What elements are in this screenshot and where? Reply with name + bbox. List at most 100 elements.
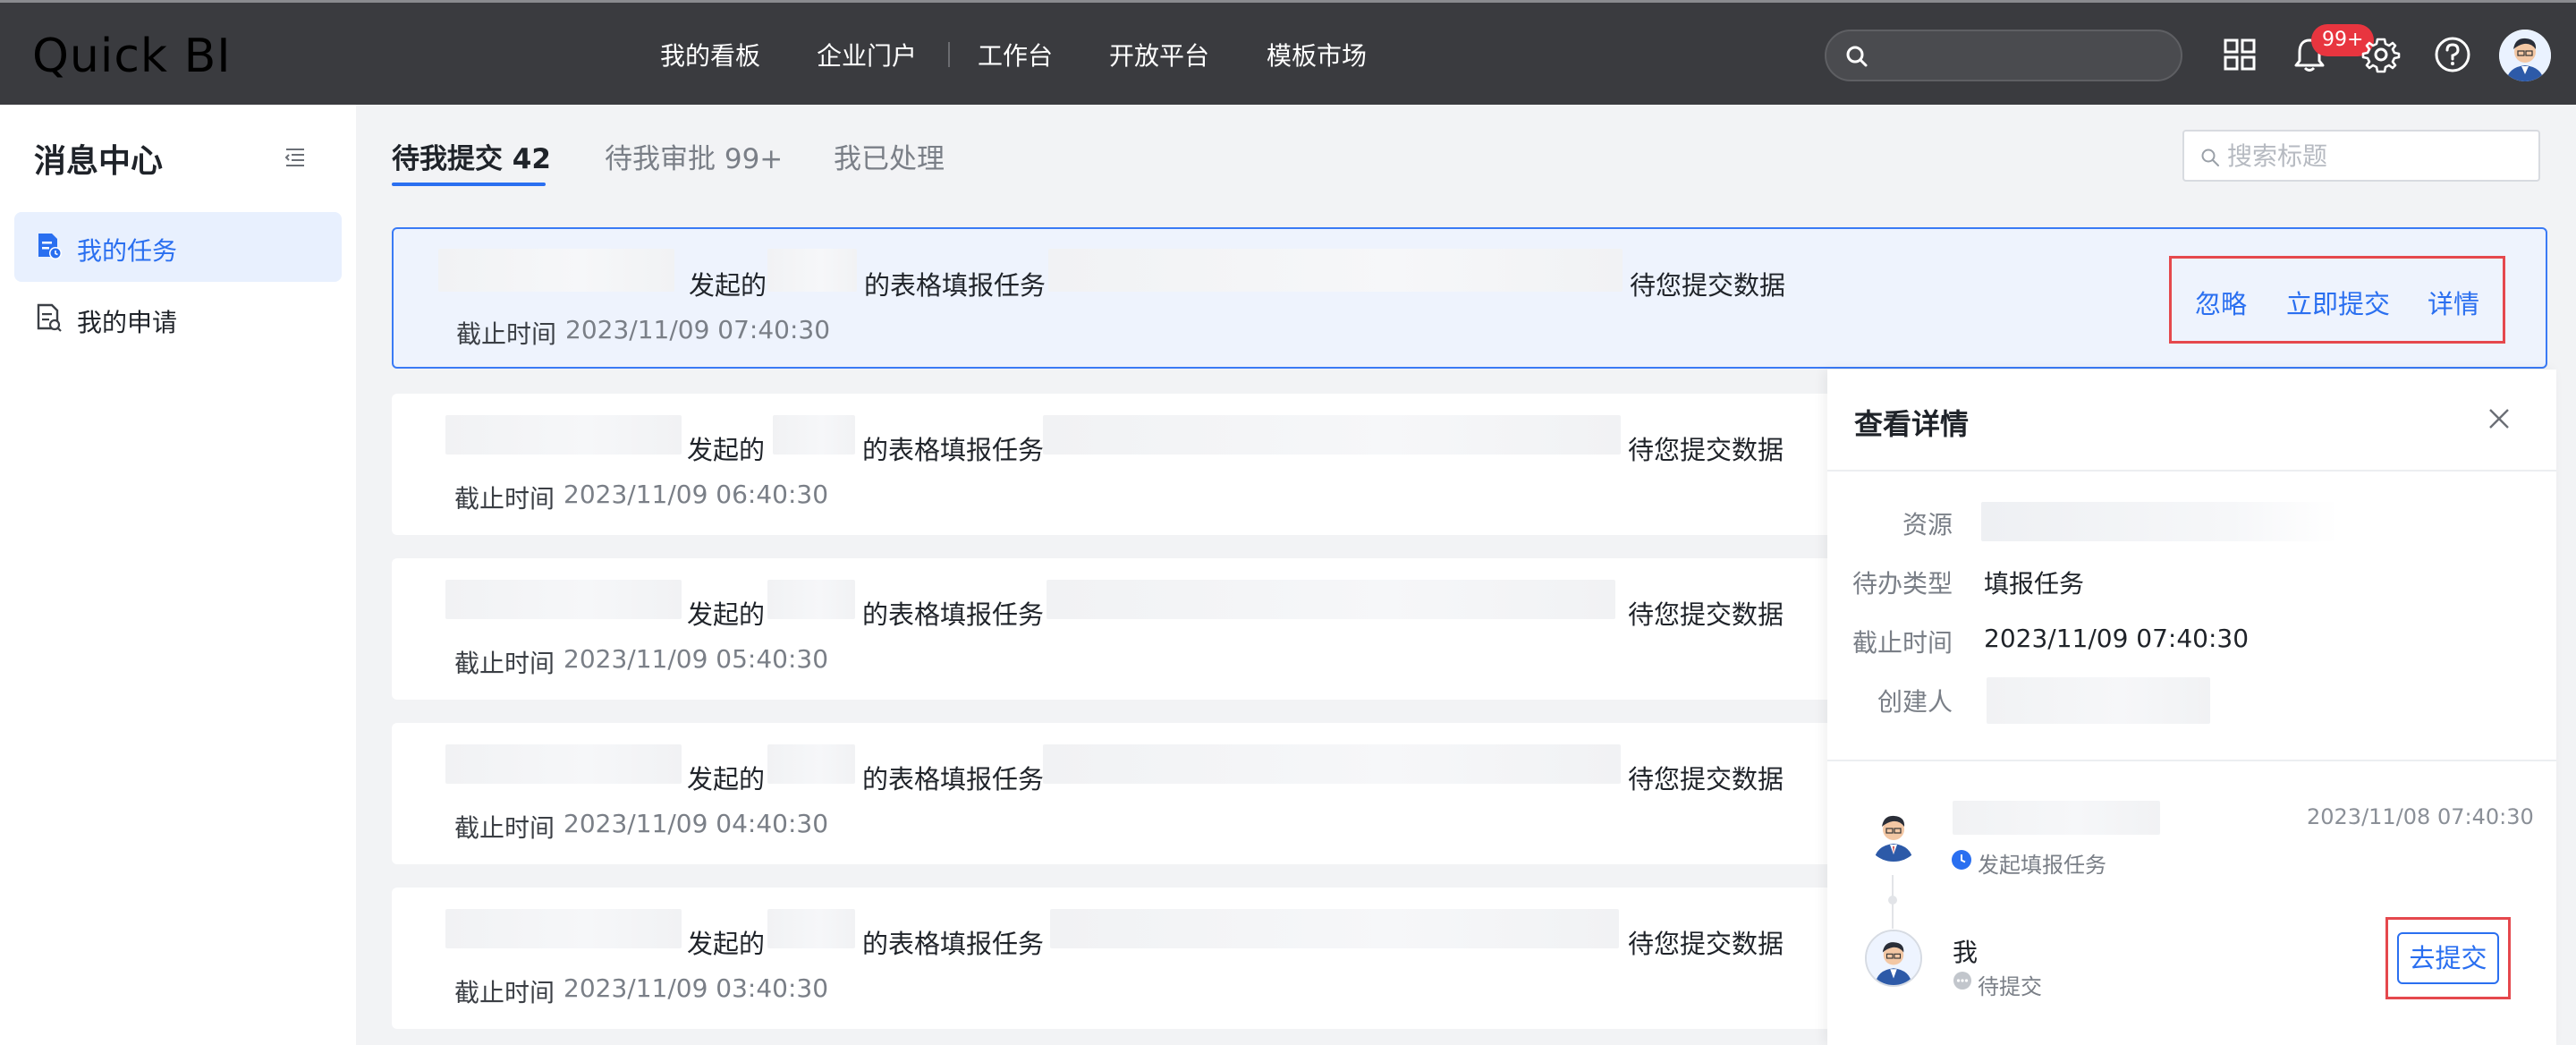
redacted-task-title <box>1043 744 1621 784</box>
timeline-me-name: 我 <box>1953 938 1979 967</box>
nav-divider <box>948 42 950 67</box>
todo-type-value: 填报任务 <box>1984 569 2085 599</box>
task-status: 待您提交数据 <box>1628 599 1784 630</box>
initiated-text: 发起的 <box>687 599 766 630</box>
task-doc-icon <box>38 234 62 259</box>
submit-now-button[interactable]: 立即提交 <box>2286 284 2390 321</box>
title-search-input[interactable] <box>2227 139 2522 174</box>
task-type-text: 的表格填报任务 <box>862 435 1045 465</box>
sidebar-item-label: 我的申请 <box>77 308 178 337</box>
deadline-label: 截止时间 <box>454 649 555 678</box>
task-type-text: 的表格填报任务 <box>862 929 1045 959</box>
clock-icon <box>1952 850 1971 870</box>
redacted-initiator <box>445 909 682 948</box>
user-avatar[interactable] <box>2499 30 2551 81</box>
timeline-status: 待提交 <box>1978 974 2042 999</box>
timeline-status: 发起填报任务 <box>1978 853 2106 878</box>
details-button[interactable]: 详情 <box>2428 284 2479 321</box>
initiated-text: 发起的 <box>687 764 766 794</box>
collapse-menu-icon[interactable] <box>283 146 308 169</box>
detail-panel-title: 查看详情 <box>1854 407 1970 441</box>
deadline-value: 2023/11/09 06:40:30 <box>564 480 829 509</box>
sidebar-item-label: 我的任务 <box>77 236 178 266</box>
deadline-value: 2023/11/09 07:40:30 <box>1984 624 2250 653</box>
deadline-label: 截止时间 <box>454 978 555 1007</box>
more-dots-icon <box>1953 972 1971 990</box>
sidebar-item-my-applications[interactable]: 我的申请 <box>14 284 342 353</box>
task-status: 待您提交数据 <box>1628 764 1784 794</box>
todo-type-label: 待办类型 <box>1852 569 1953 599</box>
nav-open-platform[interactable]: 开放平台 <box>1109 37 1209 72</box>
task-status: 待您提交数据 <box>1628 435 1784 465</box>
deadline-label: 截止时间 <box>456 319 557 349</box>
nav-enterprise-portal[interactable]: 企业门户 <box>817 37 917 72</box>
task-type-text: 的表格填报任务 <box>862 599 1045 630</box>
go-submit-button[interactable]: 去提交 <box>2397 932 2499 984</box>
gear-icon[interactable] <box>2361 35 2401 74</box>
redacted-initiator <box>445 580 682 619</box>
apps-grid-icon[interactable] <box>2220 35 2259 74</box>
deadline-label: 截止时间 <box>454 484 555 514</box>
my-avatar <box>1865 930 1922 987</box>
apply-doc-icon <box>37 303 62 332</box>
redacted-resource <box>1981 502 2339 541</box>
initiated-text: 发起的 <box>687 929 766 959</box>
nav-template-market[interactable]: 模板市场 <box>1267 37 1367 72</box>
tab-pending-submit[interactable]: 待我提交 42 <box>392 136 551 176</box>
title-search[interactable] <box>2182 130 2540 182</box>
task-type-text: 的表格填报任务 <box>862 764 1045 794</box>
panel-divider <box>1827 760 2556 761</box>
nav-my-dashboard[interactable]: 我的看板 <box>660 37 760 72</box>
sidebar-item-my-tasks[interactable]: 我的任务 <box>14 212 342 282</box>
redacted-creator <box>1987 677 2210 724</box>
initiated-text: 发起的 <box>689 270 767 301</box>
search-icon <box>2201 149 2219 166</box>
redacted-task-title <box>1043 415 1621 455</box>
task-actions-highlight: 忽略 立即提交 详情 <box>2169 256 2505 344</box>
task-card[interactable]: 发起的 的表格填报任务 待您提交数据 截止时间 2023/11/09 07:40… <box>392 227 2547 369</box>
task-type-text: 的表格填报任务 <box>864 270 1046 301</box>
redacted-name <box>767 909 855 948</box>
deadline-value: 2023/11/09 03:40:30 <box>564 973 829 1003</box>
detail-panel: 查看详情 资源 待办类型 填报任务 截止时间 2023/11/09 07:40:… <box>1827 370 2556 1045</box>
redacted-initiator <box>445 415 682 455</box>
deadline-label: 截止时间 <box>1852 628 1953 658</box>
redacted-initiator <box>438 249 674 292</box>
tab-processed[interactable]: 我已处理 <box>834 136 945 176</box>
deadline-label: 截止时间 <box>454 813 555 843</box>
tab-pending-approval[interactable]: 待我审批 99+ <box>605 136 783 176</box>
submit-highlight: 去提交 <box>2385 917 2511 999</box>
deadline-value: 2023/11/09 04:40:30 <box>564 809 829 838</box>
task-status: 待您提交数据 <box>1630 270 1786 301</box>
active-tab-indicator <box>392 183 546 186</box>
sidebar: 消息中心 我的任务 我的申请 <box>0 105 356 1045</box>
panel-divider <box>1827 470 2556 472</box>
app-logo[interactable]: Quick BI <box>32 30 232 83</box>
redacted-task-title <box>1046 580 1615 619</box>
redacted-task-title <box>1048 249 1623 292</box>
redacted-initiator <box>445 744 682 784</box>
timeline-dot <box>1888 896 1897 905</box>
sidebar-title: 消息中心 <box>34 143 164 180</box>
nav-workbench[interactable]: 工作台 <box>978 37 1053 72</box>
redacted-name <box>767 249 857 292</box>
redacted-name <box>767 580 855 619</box>
redacted-initiator-name <box>1953 801 2160 835</box>
close-icon[interactable] <box>2486 405 2512 432</box>
timeline-time: 2023/11/08 07:40:30 <box>2307 804 2534 829</box>
creator-label: 创建人 <box>1877 687 1953 717</box>
search-icon <box>1846 46 1868 67</box>
deadline-value: 2023/11/09 05:40:30 <box>564 644 829 674</box>
help-icon[interactable] <box>2433 35 2472 74</box>
redacted-task-title <box>1050 909 1619 948</box>
initiator-avatar <box>1865 804 1922 862</box>
resource-label: 资源 <box>1902 510 1953 539</box>
top-bar: Quick BI 我的看板 企业门户 工作台 开放平台 模板市场 99+ <box>0 0 2576 105</box>
initiated-text: 发起的 <box>687 435 766 465</box>
deadline-value: 2023/11/09 07:40:30 <box>565 315 831 344</box>
global-search[interactable] <box>1825 30 2182 81</box>
ignore-button[interactable]: 忽略 <box>2195 284 2247 321</box>
redacted-name <box>773 415 855 455</box>
redacted-name <box>767 744 855 784</box>
task-status: 待您提交数据 <box>1628 929 1784 959</box>
